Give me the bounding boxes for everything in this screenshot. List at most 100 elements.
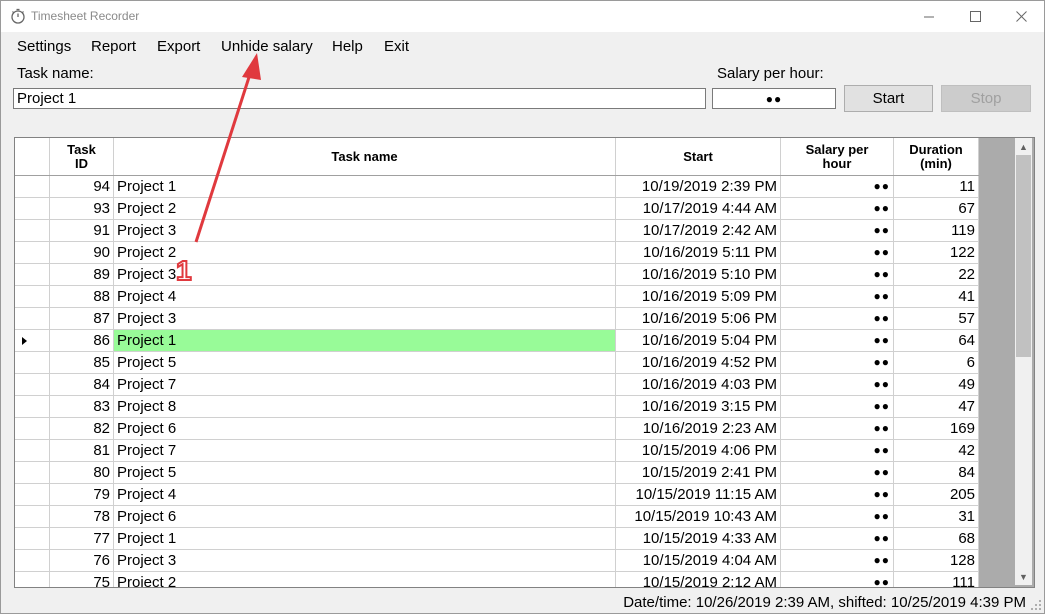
table-row[interactable]: 86 Project 1 10/16/2019 5:04 PM ●● 64 — [15, 330, 979, 352]
minimize-button[interactable] — [906, 1, 952, 32]
cell-task-name[interactable]: Project 2 — [114, 572, 616, 587]
row-selector-cell[interactable] — [15, 176, 50, 198]
table-row[interactable]: 75 Project 2 10/15/2019 2:12 AM ●● 111 — [15, 572, 979, 587]
task-name-input[interactable] — [13, 88, 706, 109]
close-button[interactable] — [998, 1, 1044, 32]
cell-duration[interactable]: 169 — [894, 418, 979, 440]
cell-salary[interactable]: ●● — [781, 550, 894, 572]
table-row[interactable]: 80 Project 5 10/15/2019 2:41 PM ●● 84 — [15, 462, 979, 484]
cell-duration[interactable]: 68 — [894, 528, 979, 550]
scroll-down-arrow-icon[interactable]: ▼ — [1015, 568, 1032, 585]
header-start[interactable]: Start — [616, 138, 781, 175]
cell-duration[interactable]: 6 — [894, 352, 979, 374]
table-row[interactable]: 88 Project 4 10/16/2019 5:09 PM ●● 41 — [15, 286, 979, 308]
row-selector-cell[interactable] — [15, 220, 50, 242]
row-selector-cell[interactable] — [15, 308, 50, 330]
tasks-grid[interactable]: Task ID Task name Start Salary per hour … — [14, 137, 1035, 588]
row-selector-cell[interactable] — [15, 396, 50, 418]
cell-salary[interactable]: ●● — [781, 418, 894, 440]
table-row[interactable]: 85 Project 5 10/16/2019 4:52 PM ●● 6 — [15, 352, 979, 374]
scroll-thumb[interactable] — [1016, 155, 1031, 357]
cell-task-id[interactable]: 83 — [50, 396, 114, 418]
cell-task-id[interactable]: 82 — [50, 418, 114, 440]
cell-task-id[interactable]: 87 — [50, 308, 114, 330]
table-row[interactable]: 81 Project 7 10/15/2019 4:06 PM ●● 42 — [15, 440, 979, 462]
table-row[interactable]: 94 Project 1 10/19/2019 2:39 PM ●● 11 — [15, 176, 979, 198]
row-selector-cell[interactable] — [15, 528, 50, 550]
vertical-scrollbar[interactable]: ▲ ▼ — [1015, 138, 1032, 585]
cell-start[interactable]: 10/16/2019 5:09 PM — [616, 286, 781, 308]
cell-task-id[interactable]: 89 — [50, 264, 114, 286]
cell-duration[interactable]: 128 — [894, 550, 979, 572]
row-selector-cell[interactable] — [15, 550, 50, 572]
cell-task-name[interactable]: Project 1 — [114, 176, 616, 198]
cell-task-id[interactable]: 78 — [50, 506, 114, 528]
cell-start[interactable]: 10/16/2019 5:10 PM — [616, 264, 781, 286]
cell-salary[interactable]: ●● — [781, 176, 894, 198]
cell-task-id[interactable]: 84 — [50, 374, 114, 396]
row-selector-cell[interactable] — [15, 462, 50, 484]
cell-start[interactable]: 10/16/2019 4:03 PM — [616, 374, 781, 396]
row-selector-cell[interactable] — [15, 198, 50, 220]
cell-start[interactable]: 10/15/2019 4:33 AM — [616, 528, 781, 550]
cell-duration[interactable]: 11 — [894, 176, 979, 198]
cell-duration[interactable]: 49 — [894, 374, 979, 396]
table-row[interactable]: 79 Project 4 10/15/2019 11:15 AM ●● 205 — [15, 484, 979, 506]
menu-unhide-salary[interactable]: Unhide salary — [221, 38, 313, 55]
cell-task-name[interactable]: Project 1 — [114, 528, 616, 550]
cell-start[interactable]: 10/16/2019 5:04 PM — [616, 330, 781, 352]
cell-task-name[interactable]: Project 6 — [114, 418, 616, 440]
cell-salary[interactable]: ●● — [781, 220, 894, 242]
cell-task-name[interactable]: Project 1 — [114, 330, 616, 352]
cell-duration[interactable]: 31 — [894, 506, 979, 528]
cell-start[interactable]: 10/16/2019 5:11 PM — [616, 242, 781, 264]
cell-task-id[interactable]: 90 — [50, 242, 114, 264]
cell-salary[interactable]: ●● — [781, 374, 894, 396]
cell-start[interactable]: 10/15/2019 2:41 PM — [616, 462, 781, 484]
cell-salary[interactable]: ●● — [781, 264, 894, 286]
table-row[interactable]: 89 Project 3 10/16/2019 5:10 PM ●● 22 — [15, 264, 979, 286]
cell-duration[interactable]: 64 — [894, 330, 979, 352]
cell-start[interactable]: 10/16/2019 3:15 PM — [616, 396, 781, 418]
table-row[interactable]: 82 Project 6 10/16/2019 2:23 AM ●● 169 — [15, 418, 979, 440]
cell-start[interactable]: 10/16/2019 5:06 PM — [616, 308, 781, 330]
cell-salary[interactable]: ●● — [781, 484, 894, 506]
cell-duration[interactable]: 41 — [894, 286, 979, 308]
table-row[interactable]: 78 Project 6 10/15/2019 10:43 AM ●● 31 — [15, 506, 979, 528]
cell-duration[interactable]: 47 — [894, 396, 979, 418]
cell-task-name[interactable]: Project 5 — [114, 462, 616, 484]
cell-task-name[interactable]: Project 3 — [114, 308, 616, 330]
scroll-up-arrow-icon[interactable]: ▲ — [1015, 138, 1032, 155]
cell-task-name[interactable]: Project 7 — [114, 374, 616, 396]
cell-salary[interactable]: ●● — [781, 528, 894, 550]
cell-task-id[interactable]: 81 — [50, 440, 114, 462]
header-salary-per-hour[interactable]: Salary per hour — [781, 138, 894, 175]
cell-task-id[interactable]: 85 — [50, 352, 114, 374]
cell-duration[interactable]: 119 — [894, 220, 979, 242]
cell-duration[interactable]: 67 — [894, 198, 979, 220]
cell-duration[interactable]: 111 — [894, 572, 979, 587]
row-selector-cell[interactable] — [15, 418, 50, 440]
menu-export[interactable]: Export — [157, 38, 200, 55]
menu-settings[interactable]: Settings — [17, 38, 71, 55]
cell-task-name[interactable]: Project 4 — [114, 484, 616, 506]
cell-start[interactable]: 10/16/2019 2:23 AM — [616, 418, 781, 440]
menu-report[interactable]: Report — [91, 38, 136, 55]
row-selector-cell[interactable] — [15, 374, 50, 396]
cell-duration[interactable]: 84 — [894, 462, 979, 484]
cell-duration[interactable]: 122 — [894, 242, 979, 264]
cell-task-id[interactable]: 75 — [50, 572, 114, 587]
cell-salary[interactable]: ●● — [781, 330, 894, 352]
menu-exit[interactable]: Exit — [384, 38, 409, 55]
row-selector-cell[interactable] — [15, 286, 50, 308]
table-row[interactable]: 77 Project 1 10/15/2019 4:33 AM ●● 68 — [15, 528, 979, 550]
row-selector-cell[interactable] — [15, 484, 50, 506]
cell-task-id[interactable]: 86 — [50, 330, 114, 352]
header-task-name[interactable]: Task name — [114, 138, 616, 175]
cell-duration[interactable]: 42 — [894, 440, 979, 462]
cell-start[interactable]: 10/19/2019 2:39 PM — [616, 176, 781, 198]
cell-salary[interactable]: ●● — [781, 462, 894, 484]
cell-start[interactable]: 10/15/2019 4:06 PM — [616, 440, 781, 462]
cell-task-id[interactable]: 76 — [50, 550, 114, 572]
cell-task-name[interactable]: Project 6 — [114, 506, 616, 528]
